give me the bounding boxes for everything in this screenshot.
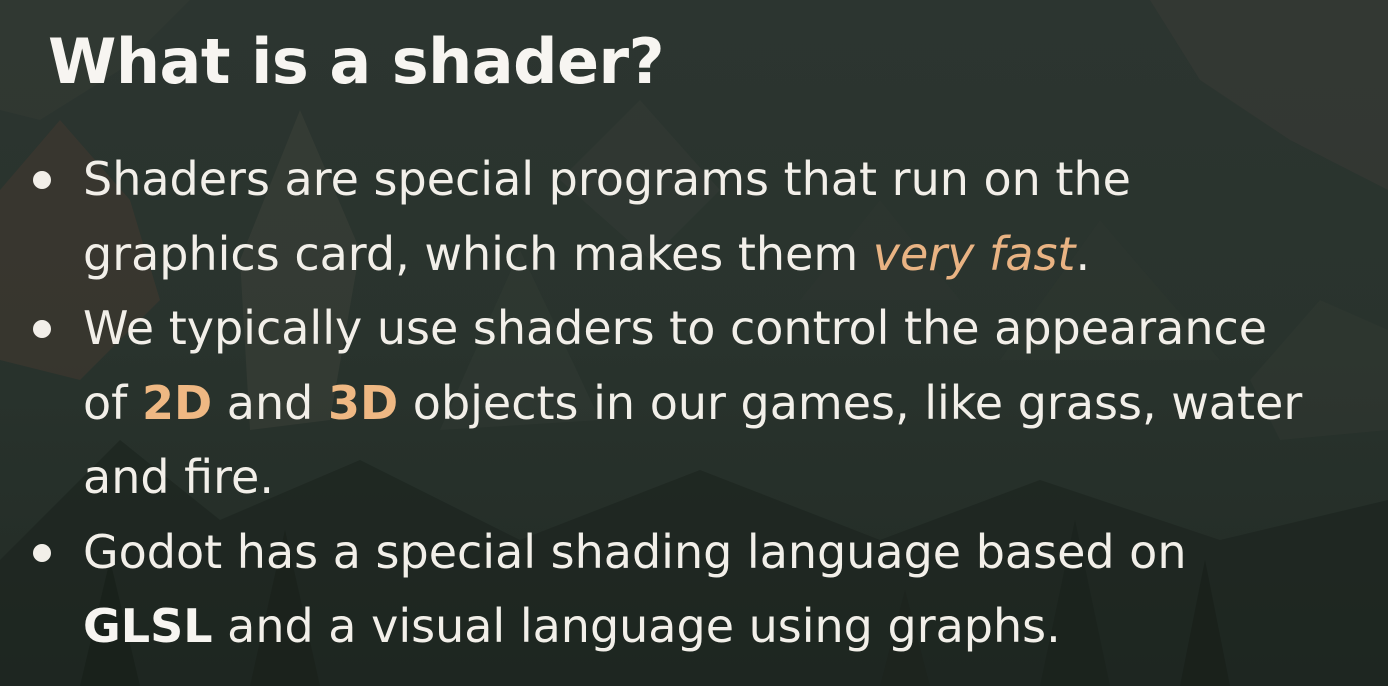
bullet-text: and a visual language using graphs. [212,599,1061,653]
bullet-dot-icon [33,543,51,562]
bullet-dot-icon [33,320,51,338]
bullet-text: . [1075,226,1091,281]
bullet-text: and [212,375,328,430]
emphasis-2d: 2D [141,375,213,430]
slide-title: What is a shader? [48,25,665,98]
bullet-dot-icon [33,171,51,189]
slide-content: What is a shader? Shaders are special pr… [0,0,1388,686]
bullet-list: Shaders are special programs that run on… [0,142,1323,664]
emphasis-very-fast: very fast [872,226,1076,281]
emphasis-3d: 3D [327,375,399,430]
bullet-item-godot-shading-language: Godot has a special shading language bas… [0,515,1323,664]
bullet-item-shader-uses: We typically use shaders to control the … [0,291,1323,515]
bullet-item-shaders-definition: Shaders are special programs that run on… [0,142,1323,291]
bullet-text: Godot has a special shading language bas… [83,524,1187,579]
emphasis-glsl: GLSL [83,599,213,653]
